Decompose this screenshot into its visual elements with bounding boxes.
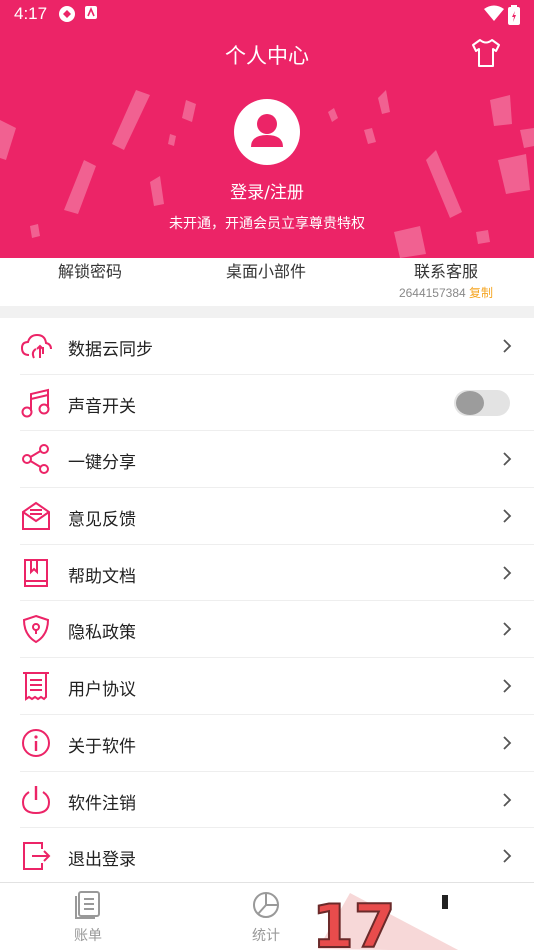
music-note-icon <box>21 388 50 418</box>
menu-item-label: 隐私政策 <box>68 623 136 644</box>
menu-item-label: 关于软件 <box>68 736 136 757</box>
sync-status-icon <box>59 6 75 22</box>
chevron-right-icon <box>503 566 512 580</box>
profile-header: 4:17 个人中心 登录/注册 未开通，开通会员立享尊贵特权 <box>0 0 534 262</box>
mail-feedback-icon <box>22 501 50 531</box>
unlock-password-item[interactable]: 解锁密码 <box>40 258 140 282</box>
menu-item-label: 一键分享 <box>68 453 136 474</box>
tab-bill[interactable]: 账单 <box>48 889 128 945</box>
tab-label: 账单 <box>74 928 102 944</box>
section-divider <box>0 306 534 318</box>
cloud-sync-icon <box>20 333 52 359</box>
menu-item-feedback[interactable]: 意见反馈 <box>20 488 534 545</box>
chevron-right-icon <box>503 792 512 807</box>
power-icon <box>21 785 51 814</box>
pie-chart-icon <box>253 892 279 918</box>
menu-item-logout[interactable]: 退出登录 <box>20 828 534 885</box>
bottom-tab-bar: 账单 统计 17 <box>0 882 534 950</box>
app-notification-icon <box>85 6 97 19</box>
tab-statistics[interactable]: 统计 <box>226 889 306 945</box>
chevron-right-icon <box>503 509 512 523</box>
chevron-right-icon <box>503 622 512 637</box>
vip-promo-text[interactable]: 未开通，开通会员立享尊贵特权 <box>0 213 534 233</box>
wifi-icon <box>484 5 504 21</box>
support-phone-number: 2644157384 <box>398 286 466 300</box>
logout-icon <box>23 842 51 871</box>
document-icon <box>23 672 49 701</box>
menu-item-label: 退出登录 <box>68 850 136 871</box>
menu-item-label: 用户协议 <box>68 680 136 701</box>
menu-item-help-docs[interactable]: 帮助文档 <box>20 545 534 602</box>
contact-support-item[interactable]: 联系客服 2644157384 复制 <box>390 258 502 301</box>
copy-button[interactable]: 复制 <box>469 286 493 300</box>
settings-menu: 数据云同步 声音开关 一键分享 意见反馈 帮助文档 隐私政策 用户协议 关于软件… <box>0 318 534 885</box>
chevron-right-icon <box>503 736 512 750</box>
login-register-link[interactable]: 登录/注册 <box>0 178 534 203</box>
user-avatar-icon <box>251 114 283 147</box>
quick-item-label: 联系客服 <box>413 262 478 281</box>
chevron-right-icon <box>503 849 512 863</box>
menu-item-deactivate[interactable]: 软件注销 <box>20 772 534 829</box>
toggle-knob <box>456 390 484 415</box>
bill-icon <box>75 891 100 919</box>
menu-item-privacy-policy[interactable]: 隐私政策 <box>20 601 534 659</box>
book-icon <box>24 558 48 587</box>
menu-item-label: 数据云同步 <box>68 340 153 360</box>
menu-item-label: 意见反馈 <box>68 510 136 531</box>
chevron-right-icon <box>503 339 512 353</box>
info-icon <box>22 728 50 757</box>
menu-item-share[interactable]: 一键分享 <box>20 431 534 489</box>
desktop-widget-item[interactable]: 桌面小部件 <box>206 258 326 282</box>
status-bar: 4:17 <box>0 0 534 30</box>
promo-badge-text: 17 <box>312 892 396 950</box>
menu-item-label: 软件注销 <box>68 793 136 814</box>
chevron-right-icon <box>503 679 512 693</box>
tab-label: 统计 <box>252 928 280 944</box>
quick-actions-row: 解锁密码 桌面小部件 联系客服 2644157384 复制 <box>0 258 534 306</box>
menu-item-label: 声音开关 <box>68 396 136 417</box>
theme-tshirt-icon[interactable] <box>470 38 502 68</box>
quick-item-label: 解锁密码 <box>57 262 122 281</box>
chevron-right-icon <box>503 452 512 467</box>
battery-icon <box>508 5 520 25</box>
support-phone-line: 2644157384 复制 <box>390 284 502 301</box>
menu-item-about[interactable]: 关于软件 <box>20 715 534 772</box>
promo-badge-logo: 17 <box>311 891 459 950</box>
menu-item-sound-toggle: 声音开关 <box>20 375 534 432</box>
page-title: 个人中心 <box>225 44 309 68</box>
sound-toggle-switch[interactable] <box>454 389 510 416</box>
quick-item-label: 桌面小部件 <box>225 262 306 281</box>
status-time: 4:17 <box>14 4 48 23</box>
shield-icon <box>22 615 50 644</box>
avatar[interactable] <box>234 99 300 165</box>
menu-item-cloud-sync[interactable]: 数据云同步 <box>20 318 534 375</box>
menu-item-label: 帮助文档 <box>68 566 136 587</box>
share-icon <box>22 444 49 475</box>
menu-item-user-agreement[interactable]: 用户协议 <box>20 658 534 715</box>
